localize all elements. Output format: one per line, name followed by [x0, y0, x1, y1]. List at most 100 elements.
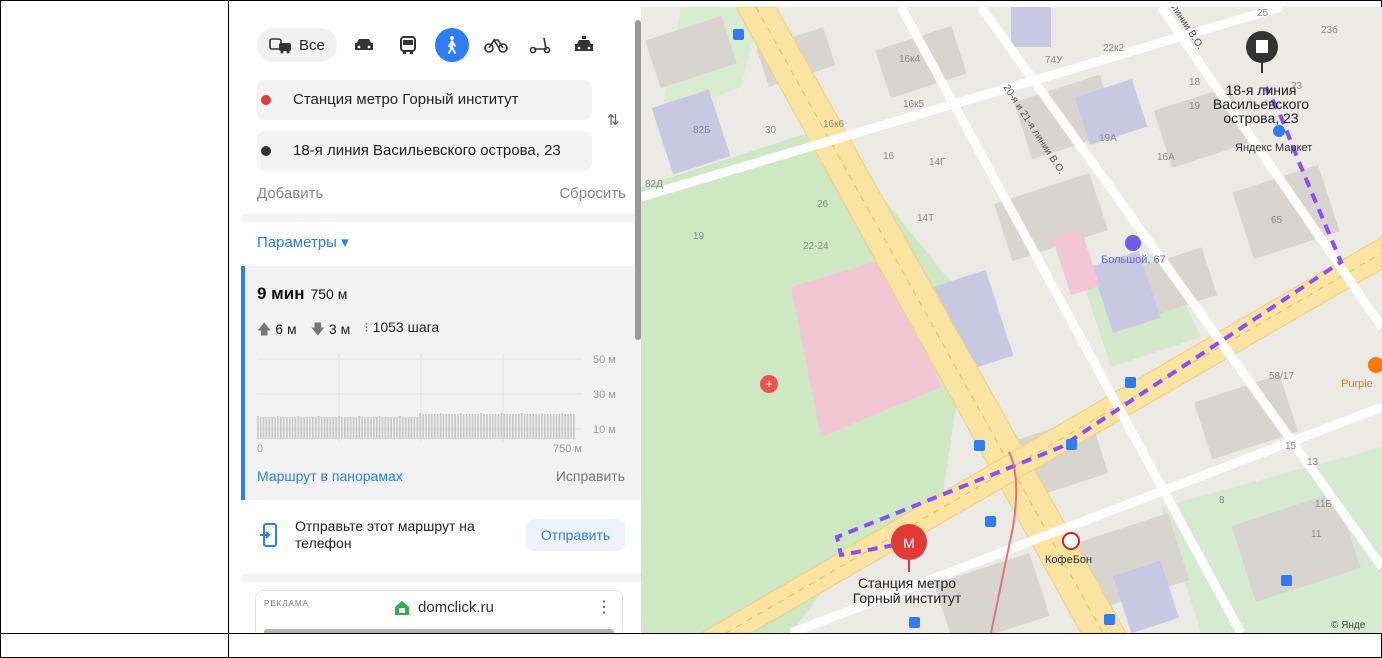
elevation-bar — [445, 414, 448, 439]
elevation-bar — [549, 414, 552, 439]
mode-car-button[interactable] — [347, 28, 381, 62]
elevation-bar — [297, 416, 300, 439]
swap-points-icon[interactable]: ⇅ — [607, 111, 620, 129]
descent-stat: 🡇 3 м — [310, 321, 351, 337]
elevation-bar — [265, 417, 268, 439]
elevation-bar — [555, 414, 558, 439]
elevation-svg: 50 м 30 м 10 м 0 750 м — [257, 354, 616, 455]
house-number: 25 — [1257, 8, 1269, 19]
elevation-bar — [306, 417, 308, 439]
route-point-to[interactable]: 18-я линия Васильевского острова, 23 — [257, 131, 592, 171]
mode-all-button[interactable]: Все — [257, 28, 337, 62]
map-view[interactable]: M Станция метро Горный институт 18-я лин… — [641, 7, 1382, 633]
elevation-bar — [506, 414, 508, 439]
elevation-bar — [349, 417, 352, 439]
mode-bus-button[interactable] — [391, 28, 425, 62]
elevation-bar — [532, 414, 535, 439]
elevation-bar — [483, 414, 485, 439]
ad-more-icon[interactable]: ⋮ — [596, 597, 612, 617]
house-number: 15 — [1285, 441, 1297, 452]
elevation-bar — [433, 414, 436, 439]
divider — [241, 214, 641, 222]
elevation-bar — [367, 417, 369, 439]
mode-taxi-button[interactable] — [567, 28, 601, 62]
route-distance: 750 м — [310, 286, 348, 302]
route-actions: Добавить Сбросить — [257, 185, 626, 202]
transport-modes: Все — [257, 27, 601, 63]
house-number: 65 — [1271, 215, 1283, 226]
divider — [241, 574, 641, 582]
phone-arrow-icon — [260, 523, 277, 547]
mode-walk-button[interactable] — [434, 28, 469, 62]
mode-scooter-button[interactable] — [523, 28, 557, 62]
elevation-bar — [544, 414, 546, 439]
elevation-bar — [315, 417, 317, 439]
elevation-bar — [547, 414, 549, 439]
route-card[interactable]: 9 мин 750 м 🡅 6 м 🡇 3 м ⁝ 1053 шага 50 м … — [241, 266, 641, 500]
elevation-bar — [370, 417, 372, 439]
elevation-bar — [431, 414, 433, 439]
elevation-bar — [378, 416, 381, 439]
y-label-50: 50 м — [593, 354, 616, 366]
elevation-bar — [271, 417, 274, 439]
reset-link[interactable]: Сбросить — [559, 185, 626, 202]
elevation-bar — [329, 417, 332, 439]
fix-route-link[interactable]: Исправить — [556, 468, 625, 484]
y-label-10: 10 м — [593, 424, 616, 436]
house-number: 16к5 — [903, 99, 924, 110]
elevation-bar — [460, 413, 462, 439]
bottom-strip — [0, 634, 1382, 658]
elevation-bar — [480, 413, 482, 439]
send-text: Отправьте этот маршрут на телефон — [295, 518, 475, 551]
route-time: 9 мин — [257, 284, 305, 303]
add-point-link[interactable]: Добавить — [257, 185, 323, 202]
panorama-route-link[interactable]: Маршрут в панорамах — [257, 468, 403, 484]
elevation-bar — [462, 414, 465, 439]
elevation-bar — [277, 416, 279, 439]
elevation-bar — [341, 417, 343, 439]
parameters-toggle[interactable]: Параметры ▾ — [257, 233, 349, 251]
elevation-bar — [320, 417, 323, 439]
elevation-bar — [448, 414, 450, 439]
elevation-bar — [288, 417, 291, 439]
elevation-bar — [262, 417, 265, 439]
elevation-bar — [541, 413, 543, 439]
svg-text:+: + — [765, 377, 772, 391]
elevation-bar — [468, 414, 471, 439]
screenshot-frame: Все Станция метро Горный институт 18-я л… — [0, 0, 1382, 658]
route-point-from[interactable]: Станция метро Горный институт — [257, 80, 592, 120]
elevation-bar — [317, 416, 320, 439]
bicycle-icon — [484, 38, 508, 53]
elevation-bar — [346, 417, 349, 439]
cafe-icon — [1062, 532, 1080, 550]
ad-brand-text: domclick.ru — [418, 599, 494, 616]
elevation-bar — [257, 416, 259, 439]
poi-yandex-market: Яндекс Маркет — [1235, 142, 1312, 154]
house-number: 19А — [1099, 133, 1117, 144]
end-dot-icon — [261, 146, 271, 156]
elevation-bar — [471, 414, 474, 439]
elevation-bar — [259, 417, 262, 439]
elevation-bar — [396, 417, 398, 439]
ad-card[interactable]: РЕКЛАМА domclick.ru ⋮ — [255, 590, 623, 633]
elevation-bar — [384, 417, 387, 439]
mode-bike-button[interactable] — [479, 28, 513, 62]
house-number: 16А — [1157, 152, 1175, 163]
elevation-bar — [286, 417, 288, 439]
elevation-bar — [373, 417, 375, 439]
send-button[interactable]: Отправить — [526, 519, 625, 551]
elevation-bar — [393, 417, 395, 439]
elevation-bar — [309, 417, 311, 439]
elevation-bar — [410, 417, 413, 439]
elevation-bar — [558, 414, 561, 439]
elevation-bar — [303, 417, 305, 439]
elevation-bar — [338, 416, 340, 439]
elevation-bar — [416, 417, 419, 439]
elevation-bar — [457, 414, 459, 439]
taxi-icon — [574, 36, 593, 51]
house-number: 16 — [883, 151, 895, 162]
elevation-bar — [538, 414, 540, 439]
elevation-bar — [361, 417, 363, 439]
elevation-bar — [390, 417, 392, 439]
y-label-30: 30 м — [593, 389, 616, 401]
